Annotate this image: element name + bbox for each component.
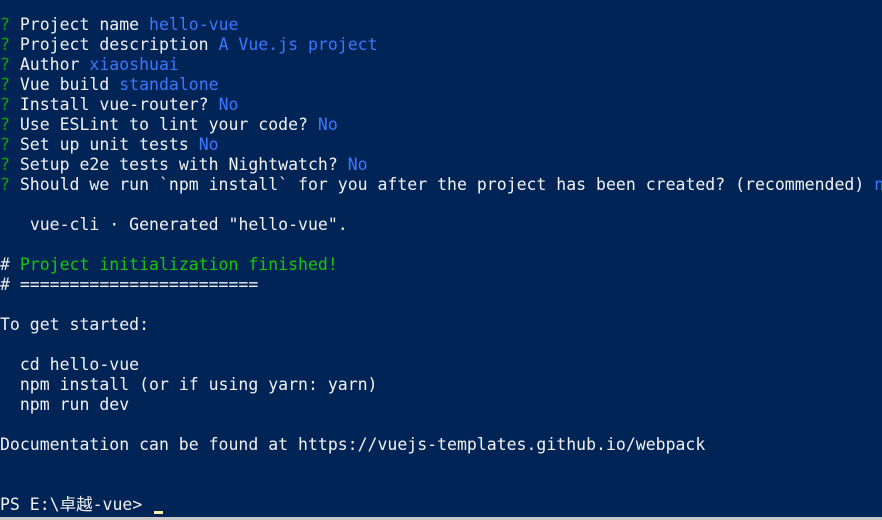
question-mark: ? <box>0 95 10 114</box>
generated-tool: vue-cli <box>29 215 100 234</box>
prompt-answer: No <box>198 135 219 154</box>
prompt-label: Install vue-router? <box>19 95 209 114</box>
command-npm-run-dev: npm run dev <box>19 395 130 414</box>
prompt-label: Project name <box>19 15 140 34</box>
generated-message: Generated "hello-vue". <box>129 215 348 234</box>
prompt-answer: hello-vue <box>149 15 239 34</box>
get-started-heading: To get started: <box>0 315 882 335</box>
prompt-line-e2e-tests: ? Setup e2e tests with Nightwatch? No <box>0 155 882 175</box>
prompt-line-unit-tests: ? Set up unit tests No <box>0 135 882 155</box>
prompt-answer: xiaoshuai <box>89 55 179 74</box>
prompt-line-vue-build: ? Vue build standalone <box>0 75 882 95</box>
question-mark: ? <box>0 75 10 94</box>
command-line-cd: cd hello-vue <box>0 355 882 375</box>
prompt-label: Vue build <box>19 75 110 94</box>
prompt-answer: No <box>218 95 239 114</box>
documentation-line: Documentation can be found at https://vu… <box>0 435 882 455</box>
prompt-line-npm-install: ? Should we run `npm install` for you af… <box>0 175 882 195</box>
command-line-npm-run-dev: npm run dev <box>0 395 882 415</box>
question-mark: ? <box>0 55 10 74</box>
prompt-line-author: ? Author xiaoshuai <box>0 55 882 75</box>
question-mark: ? <box>0 155 10 174</box>
shell-prompt: PS E:\卓越-vue> <box>0 495 153 514</box>
prompt-line-eslint: ? Use ESLint to lint your code? No <box>0 115 882 135</box>
init-rule: ======================== <box>19 275 259 294</box>
prompt-label: Setup e2e tests with Nightwatch? <box>19 155 338 174</box>
shell-prompt-line[interactable]: PS E:\卓越-vue> <box>0 495 882 515</box>
prompt-line-project-description: ? Project description A Vue.js project <box>0 35 882 55</box>
command-npm-install: npm install (or if using yarn: yarn) <box>19 375 378 394</box>
prompt-line-project-name: ? Project name hello-vue <box>0 15 882 35</box>
generated-line: vue-cli · Generated "hello-vue". <box>0 215 882 235</box>
prompt-label: Should we run `npm install` for you afte… <box>19 175 865 194</box>
prompt-label: Set up unit tests <box>19 135 189 154</box>
init-finished-line: # Project initialization finished! <box>0 255 882 275</box>
comment-hash: # <box>0 255 10 274</box>
prompt-answer: no <box>874 175 882 194</box>
question-mark: ? <box>0 15 10 34</box>
init-finished-message: Project initialization finished! <box>19 255 338 274</box>
question-mark: ? <box>0 35 10 54</box>
command-cd: cd hello-vue <box>19 355 140 374</box>
separator-dot: · <box>109 215 120 234</box>
command-line-npm-install: npm install (or if using yarn: yarn) <box>0 375 882 395</box>
comment-hash: # <box>0 275 10 294</box>
powershell-terminal[interactable]: ? Project name hello-vue ? Project descr… <box>0 0 882 520</box>
question-mark: ? <box>0 115 10 134</box>
question-mark: ? <box>0 175 10 194</box>
documentation-text: Documentation can be found at https://vu… <box>0 435 706 454</box>
prompt-answer: standalone <box>119 75 219 94</box>
get-started-text: To get started: <box>0 315 150 334</box>
prompt-answer: No <box>317 115 338 134</box>
prompt-label: Use ESLint to lint your code? <box>19 115 308 134</box>
init-rule-line: # ======================== <box>0 275 882 295</box>
question-mark: ? <box>0 135 10 154</box>
prompt-label: Author <box>19 55 80 74</box>
prompt-answer: A Vue.js project <box>218 35 378 54</box>
prompt-answer: No <box>347 155 368 174</box>
prompt-line-vue-router: ? Install vue-router? No <box>0 95 882 115</box>
prompt-label: Project description <box>19 35 209 54</box>
text-cursor <box>154 511 164 514</box>
